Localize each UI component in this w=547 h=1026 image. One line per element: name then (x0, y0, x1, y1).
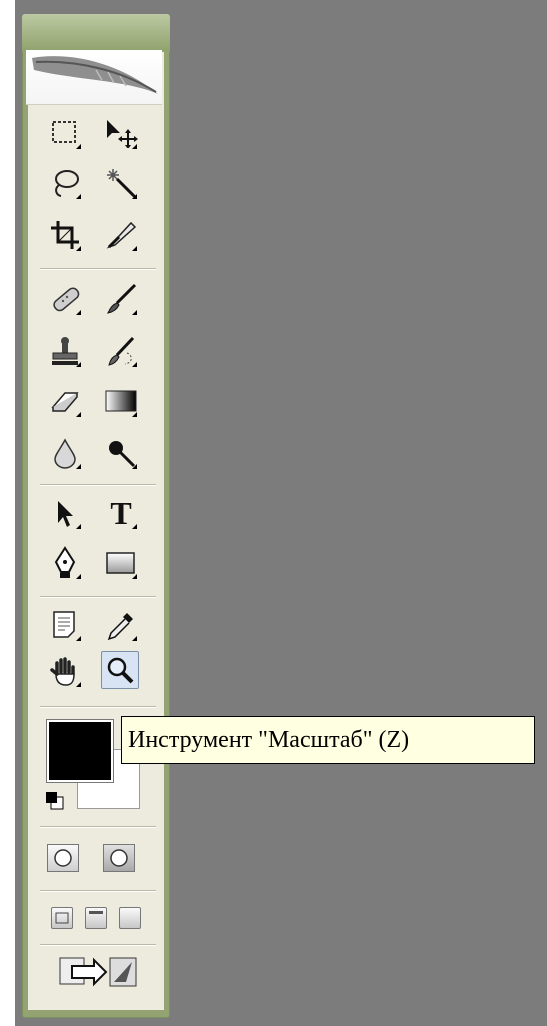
history-brush-tool[interactable] (104, 334, 138, 368)
feather-icon (32, 56, 158, 94)
eyedropper-tool[interactable] (104, 608, 138, 642)
healing-brush-tool[interactable] (48, 282, 82, 316)
tool-group-separator (40, 706, 156, 708)
standard-screen-icon (55, 912, 69, 924)
notes-icon (53, 611, 75, 638)
dodge-icon (109, 441, 136, 468)
notes-tool[interactable] (48, 608, 82, 642)
brush-icon (107, 283, 137, 314)
gradient-tool[interactable] (104, 384, 138, 418)
standard-screen-mode-button[interactable] (51, 907, 73, 929)
magic-wand-tool[interactable] (104, 166, 138, 200)
feather-logo[interactable] (26, 50, 162, 105)
type-icon: T (110, 495, 132, 531)
blur-tool[interactable] (48, 436, 82, 470)
tool-group-separator (40, 826, 156, 828)
clone-stamp-icon (52, 337, 78, 365)
history-brush-icon (108, 336, 135, 366)
lasso-icon (55, 170, 79, 197)
tools-palette (22, 14, 170, 1018)
hand-icon (50, 657, 75, 686)
tool-group-separator (40, 268, 156, 270)
zoom-tool-tooltip: Инструмент "Масштаб" (Z) (121, 716, 535, 764)
pen-icon (54, 546, 76, 578)
standard-mode-button[interactable] (47, 844, 79, 872)
dodge-tool[interactable] (104, 436, 138, 470)
path-selection-tool[interactable] (48, 496, 82, 530)
tool-group-separator (40, 944, 156, 946)
lasso-tool[interactable] (48, 166, 82, 200)
full-screen-menu-mode-button[interactable] (85, 907, 107, 929)
move-tool[interactable] (104, 116, 138, 150)
zoom-icon (107, 657, 134, 684)
jump-to-imageready-icon (59, 957, 137, 987)
full-screen-menu-icon (89, 911, 103, 914)
healing-brush-icon (53, 287, 80, 312)
crop-icon (51, 221, 79, 249)
default-colors-icon[interactable] (44, 790, 66, 812)
clone-stamp-tool[interactable] (48, 334, 82, 368)
zoom-tool[interactable] (101, 651, 139, 689)
crop-tool[interactable] (48, 218, 82, 252)
rectangle-shape-icon (106, 552, 135, 574)
rectangular-marquee-icon (52, 121, 76, 143)
pen-tool[interactable] (48, 546, 82, 580)
tool-group-separator (40, 484, 156, 486)
eyedropper-icon (107, 613, 133, 641)
quick-mask-mode-button[interactable] (103, 844, 135, 872)
palette-title-bar[interactable] (22, 14, 170, 52)
blur-drop-icon (54, 438, 76, 469)
rectangle-shape-tool[interactable] (104, 546, 138, 580)
quick-mask-icon (110, 849, 128, 867)
move-icon (107, 120, 138, 148)
magic-wand-icon (107, 169, 137, 199)
eraser-icon (51, 392, 79, 412)
brush-tool[interactable] (104, 282, 138, 316)
eraser-tool[interactable] (48, 384, 82, 418)
slice-tool[interactable] (104, 218, 138, 252)
foreground-color-swatch[interactable] (46, 719, 114, 783)
full-screen-mode-button[interactable] (119, 907, 141, 929)
type-tool[interactable]: T (104, 496, 138, 530)
rectangular-marquee-tool[interactable] (48, 116, 82, 150)
standard-mode-icon (54, 849, 72, 867)
path-selection-icon (58, 501, 73, 527)
jump-to-imageready-button[interactable] (58, 952, 142, 992)
tool-group-separator (40, 890, 156, 892)
hand-tool[interactable] (48, 654, 82, 688)
gradient-icon (105, 390, 137, 412)
tool-group-separator (40, 596, 156, 598)
slice-icon (106, 221, 137, 249)
